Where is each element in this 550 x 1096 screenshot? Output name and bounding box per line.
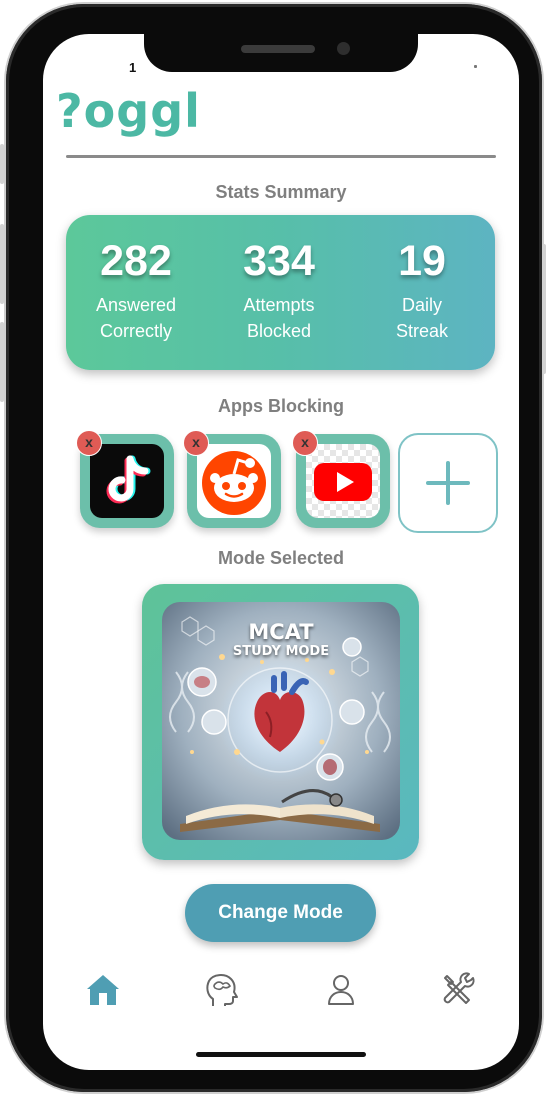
nav-study[interactable] [201,972,241,1008]
header-divider [66,155,496,158]
stat-label-line2: Blocked [246,321,312,341]
stat-label-line2: Correctly [99,321,172,341]
apps-blocking-section-title: Apps Blocking [217,396,344,416]
stat-label-line2: Streak [395,321,449,341]
stat-label: Attempts Blocked [209,292,349,344]
mcat-study-mode-image: MCAT STUDY MODE [162,602,400,840]
stat-value: 282 [100,237,172,285]
change-mode-button[interactable]: Change Mode [185,884,376,942]
tiktok-icon [90,444,164,518]
selected-mode-card[interactable]: MCAT STUDY MODE [142,584,419,860]
status-bar-text: 1 [129,60,137,75]
nav-home[interactable] [83,972,123,1008]
remove-app-button[interactable]: x [76,430,102,456]
mute-switch [0,144,4,184]
brain-head-icon [206,974,238,1006]
front-camera [337,42,350,55]
remove-app-button[interactable]: x [292,430,318,456]
youtube-icon [306,444,380,518]
stat-attempts-blocked: 334 Attempts Blocked [209,237,349,344]
nav-profile[interactable] [321,972,361,1008]
app-screen: 1 ?oggl Stats Summary 282 Answered Corre… [43,34,519,1070]
app-logo: ?oggl [56,84,201,138]
reddit-icon [197,444,271,518]
blocked-app-youtube[interactable]: x [292,430,390,528]
power-button [542,244,546,374]
stat-label-line1: Attempts [243,295,315,315]
add-app-button[interactable] [398,433,498,533]
mode-section-title: Mode Selected [217,548,345,568]
speaker [241,45,315,53]
notch [144,34,418,72]
profile-icon [328,975,354,1005]
stats-section-title: Stats Summary [215,182,347,202]
home-indicator [196,1052,366,1057]
stat-label: Answered Correctly [66,292,206,344]
volume-down-button [0,322,4,402]
phone-frame: 1 ?oggl Stats Summary 282 Answered Corre… [0,4,546,1092]
mode-art-title: MCAT [248,620,314,644]
stat-label-line1: Answered [95,295,177,315]
mode-art-subtitle: STUDY MODE [232,644,330,659]
stat-label-line1: Daily [401,295,442,315]
blocked-app-tiktok[interactable]: x [76,430,174,528]
volume-up-button [0,224,4,304]
stat-daily-streak: 19 Daily Streak [352,237,492,344]
stat-value: 19 [398,237,446,285]
stat-answered-correctly: 282 Answered Correctly [66,237,206,344]
blocked-app-reddit[interactable]: x [183,430,281,528]
stats-summary-card: 282 Answered Correctly 334 Attempts Bloc… [66,215,495,370]
status-indicator [474,65,477,68]
remove-app-button[interactable]: x [183,430,209,456]
stat-value: 334 [243,237,315,285]
stat-label: Daily Streak [352,292,492,344]
home-icon [87,975,119,1005]
nav-settings[interactable] [439,972,479,1008]
tools-icon [443,972,475,1004]
